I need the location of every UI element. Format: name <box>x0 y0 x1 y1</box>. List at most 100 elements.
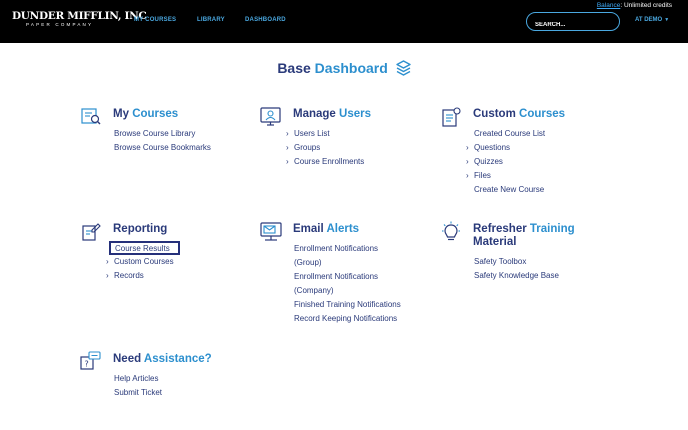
section-title-b: Users <box>339 108 371 120</box>
chevron-right-icon: › <box>286 143 289 152</box>
section-title: Reporting <box>113 223 263 236</box>
link-course-enrollments[interactable]: › Course Enrollments <box>286 155 364 169</box>
link-label: Created Course List <box>474 129 546 138</box>
link-label: Create New Course <box>474 185 545 194</box>
section-links: Browse Course Library Browse Course Book… <box>108 127 211 155</box>
link-label: Questions <box>474 143 511 152</box>
lightbulb-icon <box>442 221 460 241</box>
section-title-b: Courses <box>519 108 566 120</box>
search-input[interactable] <box>535 22 615 28</box>
balance-text: : Unlimited credits <box>620 2 672 9</box>
link-label: Users List <box>294 129 330 138</box>
link-submit-ticket[interactable]: Submit Ticket <box>108 386 162 400</box>
section-title-a: Custom <box>473 108 516 120</box>
account-label: AT DEMO <box>635 17 663 23</box>
page-title-part1: Base <box>277 60 311 76</box>
link-enrollment-notifications-group[interactable]: Enrollment Notifications <box>288 242 401 256</box>
course-list-icon <box>81 108 101 125</box>
logo-line-2: PAPER COMPANY <box>26 22 94 27</box>
page-title: Base Dashboard <box>0 60 688 76</box>
page-title-part2: Dashboard <box>314 60 388 76</box>
link-label: Records <box>114 271 144 280</box>
chevron-right-icon: › <box>106 257 109 266</box>
logo-line-1: DUNDER MIFFLIN, INC <box>12 10 147 22</box>
section-title: Email Alerts <box>293 223 443 236</box>
company-logo[interactable]: DUNDER MIFFLIN, INC PAPER COMPANY <box>12 11 147 28</box>
section-title-a: Refresher <box>473 223 527 235</box>
link-help-articles[interactable]: Help Articles <box>108 372 162 386</box>
section-title-a: Email <box>293 223 324 235</box>
section-title-a: Manage <box>293 108 336 120</box>
section-title: Custom Courses <box>473 108 623 121</box>
link-label: Browse Course Bookmarks <box>114 143 211 152</box>
link-label: Custom Courses <box>114 257 174 266</box>
section-links: Enrollment Notifications (Group) Enrollm… <box>288 242 401 326</box>
nav-dashboard[interactable]: DASHBOARD <box>245 17 286 23</box>
balance-link[interactable]: Balance <box>597 2 621 9</box>
nav-library[interactable]: LIBRARY <box>197 17 225 23</box>
link-label: Enrollment Notifications <box>294 272 379 281</box>
section-links: Safety Toolbox Safety Knowledge Base <box>468 255 559 283</box>
section-title-a: My <box>113 108 129 120</box>
account-menu[interactable]: AT DEMO ▼ <box>635 17 669 23</box>
top-navigation-bar: Balance: Unlimited credits DUNDER MIFFLI… <box>0 0 688 43</box>
link-record-keeping-notifications[interactable]: Record Keeping Notifications <box>288 312 401 326</box>
chevron-right-icon: › <box>466 171 469 180</box>
link-label: Safety Toolbox <box>474 257 527 266</box>
link-label: (Company) <box>294 286 334 295</box>
link-label: Browse Course Library <box>114 129 196 138</box>
link-label: Files <box>474 171 491 180</box>
section-links: › Users List › Groups › Course Enrollments <box>286 127 364 169</box>
section-links: Course Results › Custom Courses › Records <box>106 241 180 283</box>
stack-layers-icon <box>395 60 411 76</box>
section-title-b: Training <box>529 223 575 235</box>
section-title-b: Alerts <box>326 223 360 235</box>
link-enrollment-notifications-company-suffix[interactable]: (Company) <box>288 284 401 298</box>
caret-down-icon: ▼ <box>664 17 670 23</box>
link-questions[interactable]: › Questions <box>466 141 545 155</box>
section-title-a: Reporting <box>113 223 168 235</box>
link-label: Course Results <box>115 244 170 253</box>
link-created-course-list[interactable]: Created Course List <box>468 127 545 141</box>
link-create-new-course[interactable]: Create New Course <box>468 183 545 197</box>
link-enrollment-notifications-group-suffix[interactable]: (Group) <box>288 256 401 270</box>
nav-my-courses[interactable]: MY COURSES <box>134 17 176 23</box>
link-label: Enrollment Notifications <box>294 244 379 253</box>
link-label: Quizzes <box>474 157 503 166</box>
monitor-user-icon <box>260 107 281 126</box>
link-users-list[interactable]: › Users List <box>286 127 364 141</box>
chevron-right-icon: › <box>286 157 289 166</box>
custom-course-icon <box>442 107 461 127</box>
section-title: My Courses <box>113 108 263 121</box>
link-records[interactable]: › Records <box>106 269 180 283</box>
link-enrollment-notifications-company[interactable]: Enrollment Notifications <box>288 270 401 284</box>
link-course-results[interactable]: Course Results <box>109 241 180 255</box>
link-browse-course-library[interactable]: Browse Course Library <box>108 127 211 141</box>
section-title-b: Courses <box>132 108 179 120</box>
section-links: Help Articles Submit Ticket <box>108 372 162 400</box>
chevron-right-icon: › <box>466 143 469 152</box>
section-title-b: Assistance? <box>143 353 212 365</box>
report-edit-icon <box>82 223 101 241</box>
link-quizzes[interactable]: › Quizzes <box>466 155 545 169</box>
section-title-a: Need <box>113 353 142 365</box>
link-browse-course-bookmarks[interactable]: Browse Course Bookmarks <box>108 141 211 155</box>
link-label: Help Articles <box>114 374 159 383</box>
link-safety-toolbox[interactable]: Safety Toolbox <box>468 255 559 269</box>
help-chat-icon: ? <box>80 351 101 370</box>
chevron-right-icon: › <box>286 129 289 138</box>
link-finished-training-notifications[interactable]: Finished Training Notifications <box>288 298 401 312</box>
section-links: Created Course List › Questions › Quizzes … <box>466 127 545 197</box>
link-label: (Group) <box>294 258 322 267</box>
section-title: Refresher Training Material <box>473 223 623 249</box>
section-title: Need Assistance? <box>113 353 263 366</box>
link-label: Finished Training Notifications <box>294 300 401 309</box>
section-title: Manage Users <box>293 108 443 121</box>
link-label: Submit Ticket <box>114 388 163 397</box>
link-custom-courses[interactable]: › Custom Courses <box>106 255 180 269</box>
link-files[interactable]: › Files <box>466 169 545 183</box>
chevron-right-icon: › <box>466 157 469 166</box>
link-groups[interactable]: › Groups <box>286 141 364 155</box>
link-safety-knowledge-base[interactable]: Safety Knowledge Base <box>468 269 559 283</box>
search-box[interactable] <box>526 12 620 31</box>
